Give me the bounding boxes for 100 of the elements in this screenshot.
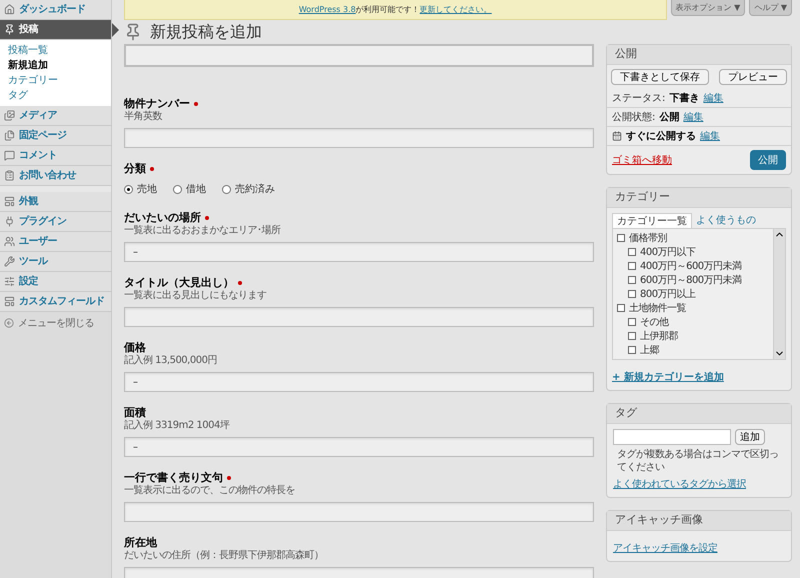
plug-icon <box>4 216 15 227</box>
checkbox[interactable] <box>617 234 625 242</box>
layout-icon <box>4 296 15 307</box>
menu-item[interactable]: 固定ページ <box>0 126 111 146</box>
edit-link[interactable]: 編集 <box>703 90 724 106</box>
category-label: その他 <box>640 316 668 330</box>
checkbox[interactable] <box>628 248 636 256</box>
choose-tags-link[interactable]: よく使われているタグから選択 <box>613 477 785 492</box>
status-label: ステータス: <box>612 92 666 106</box>
radio-button[interactable] <box>173 185 182 194</box>
edit-link[interactable]: 編集 <box>683 110 704 124</box>
submenu-item[interactable]: カテゴリー <box>8 74 103 87</box>
box-title: 公開 <box>607 45 791 65</box>
field-label: だいたいの場所 <box>124 211 201 224</box>
input-field[interactable]: – <box>124 437 594 457</box>
menu-item[interactable]: 設定 <box>0 272 111 292</box>
add-tag-button[interactable]: 追加 <box>735 429 765 445</box>
menu-item[interactable]: 外観 <box>0 192 111 212</box>
speech-bubble-icon <box>4 150 15 161</box>
input-field[interactable] <box>124 128 594 148</box>
category-label: 価格帯別 <box>629 232 667 246</box>
radio-label: 借地 <box>186 182 206 197</box>
menu-item[interactable]: 投稿 <box>0 20 111 40</box>
status-label: 公開状態: <box>612 110 656 124</box>
submenu-item[interactable]: 投稿一覧 <box>8 44 103 57</box>
trash-link[interactable]: ゴミ箱へ移動 <box>612 152 672 168</box>
category-label: 400万円～600万円未満 <box>640 260 742 274</box>
field-label: 物件ナンバー <box>124 97 190 110</box>
set-image-link[interactable]: アイキャッチ画像を設定 <box>613 543 718 554</box>
notice-text: が利用可能です！ <box>356 4 420 16</box>
page-title: 新規投稿を追加 <box>150 21 262 43</box>
field-label: 所在地 <box>124 536 157 550</box>
screen-tab-button[interactable]: ヘルプ ▼ <box>749 0 792 16</box>
input-field[interactable] <box>124 502 594 522</box>
category-label: 上郷 <box>640 344 659 358</box>
checkbox[interactable] <box>628 276 636 284</box>
preview-button[interactable]: プレビュー <box>719 69 787 85</box>
menu-item[interactable]: ダッシュボード <box>0 0 111 20</box>
checkbox[interactable] <box>628 346 636 354</box>
publish-button[interactable]: 公開 <box>750 150 786 170</box>
pushpin-icon <box>124 23 142 41</box>
sliders-icon <box>4 276 15 287</box>
tag-help-text: タグが複数ある場合はコンマで区切ってください <box>616 448 780 474</box>
checkbox[interactable] <box>617 304 625 312</box>
input-field[interactable] <box>124 307 594 327</box>
checkbox[interactable] <box>628 318 636 326</box>
calendar-icon <box>612 131 622 141</box>
category-tab[interactable]: よく使うもの <box>692 213 760 228</box>
submenu-item[interactable]: 新規追加 <box>8 59 103 72</box>
checkbox[interactable] <box>628 290 636 298</box>
menu-item[interactable]: メディア <box>0 106 111 126</box>
layout-icon <box>4 196 15 207</box>
field-label: 一行で書く売り文句 <box>124 471 223 484</box>
field-hint: 半角英数 <box>124 111 163 123</box>
field-label: 分類 <box>124 162 146 176</box>
menu-item[interactable]: ツール <box>0 252 111 272</box>
field-hint: 記入例 13,500,000円 <box>124 355 218 367</box>
field-hint: 一覧表示に出るので、この物件の特長を <box>124 485 296 497</box>
category-label: 400万円以下 <box>640 246 696 260</box>
box-title: アイキャッチ画像 <box>607 511 791 531</box>
radio-label: 売地 <box>137 182 157 197</box>
title-input[interactable] <box>124 44 594 67</box>
tag-input[interactable] <box>613 429 731 445</box>
status-value: 下書き <box>669 92 700 106</box>
menu-item[interactable]: ユーザー <box>0 232 111 252</box>
pages-icon <box>4 130 15 141</box>
menu-item[interactable]: お問い合わせ <box>0 166 111 186</box>
submenu-item[interactable]: タグ <box>8 89 103 102</box>
field-label: タイトル（大見出し） <box>124 276 234 290</box>
notice-link[interactable]: 更新してください。 <box>420 4 492 16</box>
status-value: 公開 <box>659 110 680 124</box>
input-field[interactable]: – <box>124 372 594 392</box>
users-icon <box>4 236 15 247</box>
collapse-menu-link[interactable]: メニューを閉じる <box>18 316 94 330</box>
menu-item[interactable]: コメント <box>0 146 111 166</box>
field-label: 面積 <box>124 406 146 420</box>
notice-link[interactable]: WordPress 3.8 <box>298 4 356 16</box>
field-hint: 一覧表に出る見出しにもなります <box>124 290 268 302</box>
box-title: タグ <box>607 404 791 424</box>
checkbox[interactable] <box>628 332 636 340</box>
radio-button[interactable] <box>222 185 231 194</box>
field-label: 価格 <box>124 341 146 354</box>
screen-tab-button[interactable]: 表示オプション ▼ <box>670 0 746 16</box>
field-hint: 記入例 3319m2 1004坪 <box>124 420 231 432</box>
clipboard-icon <box>4 170 15 181</box>
wrench-icon <box>4 256 15 267</box>
category-tab[interactable]: カテゴリー一覧 <box>612 213 692 228</box>
scrollbar[interactable] <box>773 229 785 359</box>
save-draft-button[interactable]: 下書きとして保存 <box>611 69 709 85</box>
menu-item[interactable]: プラグイン <box>0 212 111 232</box>
field-hint: 一覧表に出るおおまかなエリア･場所 <box>124 225 282 237</box>
input-field[interactable]: – <box>124 242 594 262</box>
edit-link[interactable]: 編集 <box>700 128 720 144</box>
category-label: 上伊那郡 <box>640 330 678 344</box>
add-category-link[interactable]: + 新規カテゴリーを追加 <box>612 372 724 383</box>
radio-button[interactable] <box>124 185 133 194</box>
collapse-icon <box>4 318 14 328</box>
checkbox[interactable] <box>628 262 636 270</box>
menu-item[interactable]: カスタムフィールド <box>0 292 111 312</box>
category-label: 800万円以上 <box>640 288 696 302</box>
